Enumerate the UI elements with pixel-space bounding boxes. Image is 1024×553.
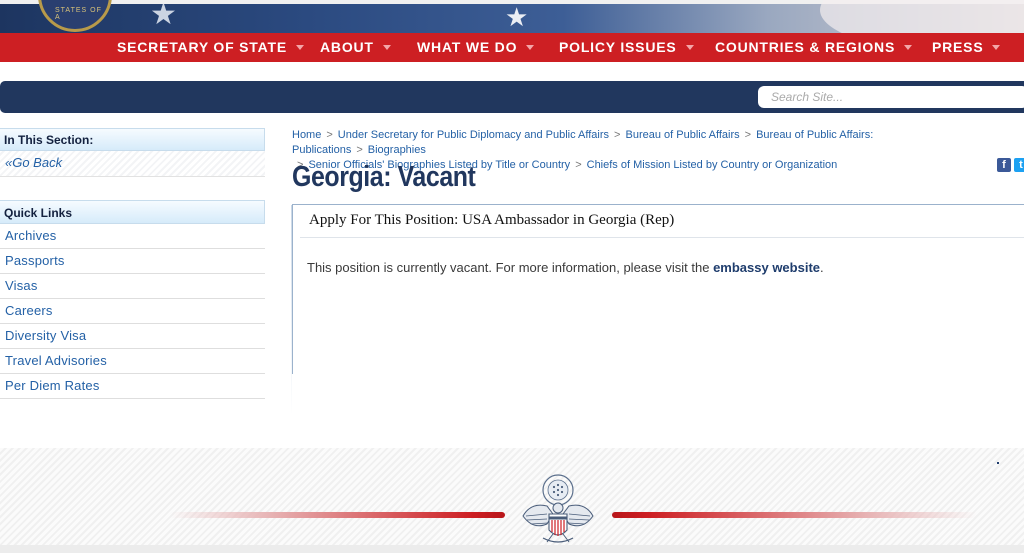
- star-icon: ★: [505, 2, 529, 32]
- breadcrumb-bureau-public-affairs[interactable]: Bureau of Public Affairs: [625, 129, 739, 141]
- breadcrumb-separator: >: [614, 129, 621, 141]
- heading-divider: [300, 237, 1024, 238]
- content-box: [292, 204, 1024, 374]
- quick-link-visas[interactable]: Visas: [0, 274, 265, 299]
- caret-down-icon: [295, 44, 304, 50]
- page: STATES OF A ★ ★ SECRETARY OF STATE ABOUT…: [0, 0, 1024, 553]
- apply-position-heading: Apply For This Position: USA Ambassador …: [309, 212, 675, 228]
- in-this-section-heading: In This Section:: [0, 128, 265, 151]
- quick-link-diversity-visa[interactable]: Diversity Visa: [0, 324, 265, 349]
- twitter-share-icon[interactable]: t: [1014, 158, 1024, 172]
- breadcrumb-under-secretary[interactable]: Under Secretary for Public Diplomacy and…: [338, 129, 609, 141]
- quick-link-archives[interactable]: Archives: [0, 224, 265, 249]
- nav-item-label: SECRETARY OF STATE: [117, 39, 287, 55]
- caret-down-icon: [526, 44, 535, 50]
- quick-link-travel-advisories[interactable]: Travel Advisories: [0, 349, 265, 374]
- breadcrumb-separator: >: [744, 129, 752, 141]
- breadcrumb-biographies[interactable]: Biographies: [368, 144, 426, 156]
- breadcrumb-separator: >: [356, 144, 363, 156]
- caret-down-icon: [992, 44, 1001, 50]
- vacancy-message: This position is currently vacant. For m…: [307, 260, 824, 275]
- breadcrumb-separator: >: [575, 159, 582, 171]
- nav-item-label: PRESS: [932, 39, 984, 55]
- footer: [0, 448, 1024, 553]
- in-this-section-box: In This Section: «Go Back: [0, 128, 265, 177]
- nav-item-press[interactable]: PRESS: [932, 33, 1001, 62]
- breadcrumb-home[interactable]: Home: [292, 129, 321, 141]
- nav-item-policy-issues[interactable]: POLICY ISSUES: [559, 33, 694, 62]
- embassy-website-link[interactable]: embassy website: [713, 260, 820, 275]
- main-nav: SECRETARY OF STATE ABOUT WHAT WE DO POLI…: [0, 33, 1024, 62]
- nav-item-countries-regions[interactable]: COUNTRIES & REGIONS: [715, 33, 913, 62]
- quick-link-passports[interactable]: Passports: [0, 249, 265, 274]
- star-icon: ★: [150, 0, 177, 31]
- footer-dot: [997, 462, 999, 464]
- footer-red-line-left: [170, 512, 505, 518]
- footer-bottom-strip: [0, 545, 1024, 553]
- breadcrumb-chiefs-of-mission[interactable]: Chiefs of Mission Listed by Country or O…: [587, 159, 838, 171]
- facebook-share-icon[interactable]: f: [997, 158, 1011, 172]
- nav-item-about[interactable]: ABOUT: [320, 33, 391, 62]
- page-title: Georgia: Vacant: [292, 161, 476, 193]
- vacancy-text-end: .: [820, 260, 824, 275]
- nav-item-label: POLICY ISSUES: [559, 39, 677, 55]
- quick-links-list: Archives Passports Visas Careers Diversi…: [0, 224, 265, 399]
- nav-item-label: WHAT WE DO: [417, 39, 518, 55]
- nav-item-secretary-of-state[interactable]: SECRETARY OF STATE: [117, 33, 304, 62]
- caret-down-icon: [904, 44, 913, 50]
- caret-down-icon: [685, 44, 694, 50]
- breadcrumb-separator: >: [326, 129, 333, 141]
- seal-text: STATES OF A: [55, 7, 102, 21]
- quick-links-heading: Quick Links: [0, 200, 265, 224]
- banner-flag-decoration: [820, 0, 1024, 33]
- footer-red-line-right: [612, 512, 977, 518]
- nav-item-label: COUNTRIES & REGIONS: [715, 39, 896, 55]
- eagle-seal-icon: [522, 474, 594, 543]
- header-banner: STATES OF A ★ ★: [0, 0, 1024, 33]
- go-back-link[interactable]: «Go Back: [5, 155, 62, 170]
- quick-link-careers[interactable]: Careers: [0, 299, 265, 324]
- quick-link-per-diem-rates[interactable]: Per Diem Rates: [0, 374, 265, 399]
- search-input[interactable]: [758, 86, 1024, 108]
- vacancy-text: This position is currently vacant. For m…: [307, 260, 714, 275]
- nav-item-what-we-do[interactable]: WHAT WE DO: [417, 33, 535, 62]
- caret-down-icon: [382, 44, 391, 50]
- footer-torn-edge: [0, 440, 1024, 454]
- department-seal-icon[interactable]: STATES OF A: [38, 0, 112, 32]
- nav-item-label: ABOUT: [320, 39, 374, 55]
